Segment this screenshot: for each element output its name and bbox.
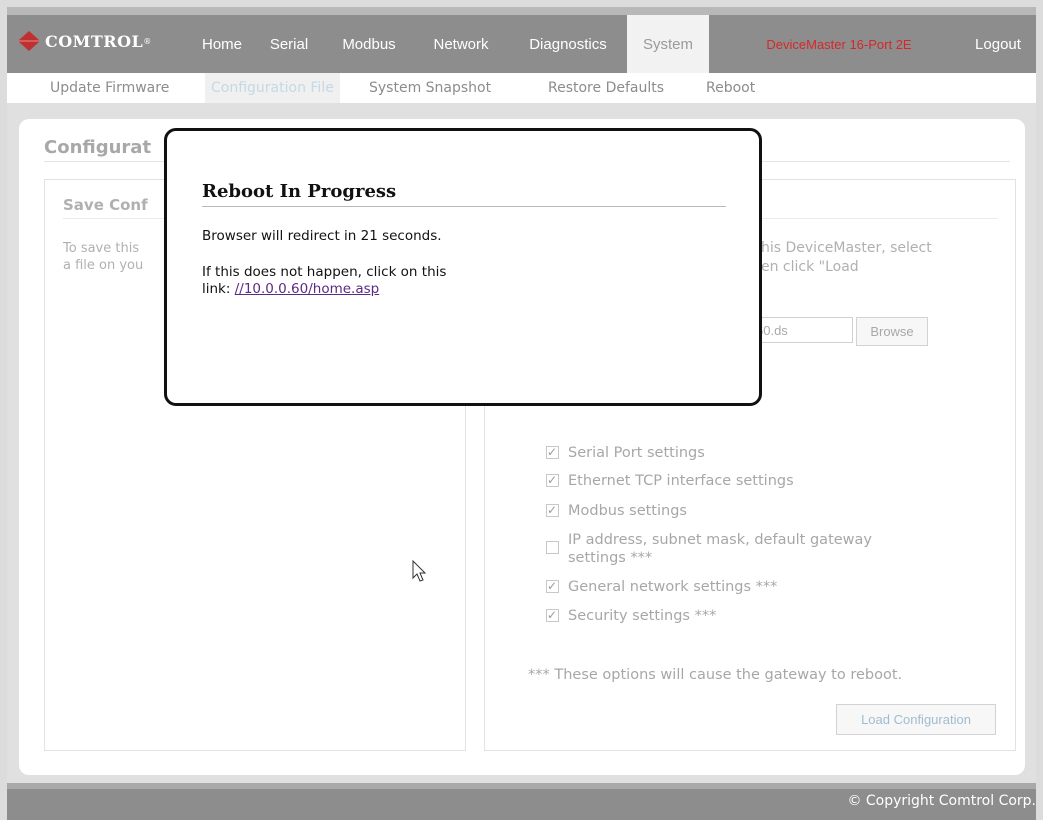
sub-navigation-bar: Update Firmware Configuration File Syste… <box>7 73 1036 103</box>
checkmark-icon: ✓ <box>547 503 558 517</box>
logo-registered-mark: ® <box>143 36 152 46</box>
checkbox-modbus-settings[interactable]: ✓ <box>546 503 559 517</box>
save-panel-text-line1: To save this <box>63 241 140 256</box>
checkmark-icon: ✓ <box>547 608 558 622</box>
checkbox-general-network-settings[interactable]: ✓ <box>546 579 559 593</box>
subnav-configuration-file[interactable]: Configuration File <box>205 73 340 103</box>
option-label-line2: settings *** <box>568 550 653 566</box>
option-ip-address-settings[interactable]: IP address, subnet mask, default gateway… <box>546 531 872 567</box>
checkmark-icon: ✓ <box>547 445 558 459</box>
option-general-network-settings[interactable]: ✓ General network settings *** <box>546 578 777 596</box>
option-label: Modbus settings <box>568 503 687 519</box>
checkbox-serial-port-settings[interactable]: ✓ <box>546 445 559 459</box>
dialog-title: Reboot In Progress <box>202 181 397 202</box>
option-serial-port-settings[interactable]: ✓ Serial Port settings <box>546 444 705 462</box>
subnav-update-firmware[interactable]: Update Firmware <box>44 73 175 103</box>
subnav-system-snapshot[interactable]: System Snapshot <box>363 73 497 103</box>
nav-network[interactable]: Network <box>419 15 503 73</box>
footer-accent <box>7 783 1036 789</box>
nav-home[interactable]: Home <box>190 15 254 73</box>
logo-text: COMTROL <box>45 31 144 51</box>
option-label: Security settings *** <box>568 608 717 624</box>
option-label: Serial Port settings <box>568 445 705 461</box>
load-panel-text-line2: en click "Load <box>761 259 859 275</box>
option-security-settings[interactable]: ✓ Security settings *** <box>546 607 716 625</box>
page-title: Configurat <box>44 137 152 158</box>
nav-serial[interactable]: Serial <box>258 15 320 73</box>
comtrol-logo-icon <box>19 31 39 51</box>
device-name-label: DeviceMaster 16-Port 2E <box>766 36 912 52</box>
nav-logout[interactable]: Logout <box>960 15 1036 73</box>
fallback-link-prefix: link: <box>202 281 235 297</box>
checkbox-security-settings[interactable]: ✓ <box>546 608 559 622</box>
nav-system[interactable]: System <box>627 15 709 73</box>
dialog-title-divider <box>202 206 726 207</box>
browse-button[interactable]: Browse <box>856 317 928 346</box>
reboot-in-progress-dialog: Reboot In Progress Browser will redirect… <box>164 128 762 406</box>
save-panel-text-line2: a file on you <box>63 258 144 273</box>
save-panel-title: Save Conf <box>63 196 148 214</box>
nav-modbus[interactable]: Modbus <box>333 15 405 73</box>
load-configuration-button[interactable]: Load Configuration <box>836 704 996 735</box>
nav-diagnostics[interactable]: Diagnostics <box>512 15 624 73</box>
fallback-instruction-text: If this does not happen, click on this <box>202 264 447 280</box>
home-redirect-link[interactable]: //10.0.0.60/home.asp <box>235 281 380 297</box>
fallback-link-line: link: //10.0.0.60/home.asp <box>202 281 379 298</box>
option-modbus-settings[interactable]: ✓ Modbus settings <box>546 502 687 520</box>
top-navigation-bar: COMTROL ® Home Serial Modbus Network Diag… <box>7 7 1036 73</box>
top-bar-accent <box>7 7 1036 15</box>
checkmark-icon: ✓ <box>547 579 558 593</box>
mouse-pointer-icon <box>412 560 427 582</box>
config-file-path-field[interactable]: 60.ds <box>751 317 853 343</box>
option-label-line1: IP address, subnet mask, default gateway <box>568 532 872 548</box>
copyright-text: © Copyright Comtrol Corp. <box>847 793 1036 809</box>
option-label: General network settings *** <box>568 579 778 595</box>
checkbox-ethernet-tcp-settings[interactable]: ✓ <box>546 473 559 487</box>
checkbox-ip-address-settings[interactable] <box>546 541 559 554</box>
comtrol-logo[interactable]: COMTROL ® <box>19 27 151 55</box>
redirect-countdown-text: Browser will redirect in 21 seconds. <box>202 228 442 244</box>
option-ethernet-tcp-settings[interactable]: ✓ Ethernet TCP interface settings <box>546 472 794 490</box>
subnav-restore-defaults[interactable]: Restore Defaults <box>542 73 670 103</box>
option-label: Ethernet TCP interface settings <box>568 473 794 489</box>
option-label: IP address, subnet mask, default gateway… <box>568 531 872 567</box>
checkmark-icon: ✓ <box>547 473 558 487</box>
footer: © Copyright Comtrol Corp. <box>7 783 1036 820</box>
load-panel-text-line1: his DeviceMaster, select <box>761 240 932 256</box>
subnav-reboot[interactable]: Reboot <box>700 73 761 103</box>
reboot-warning-note: *** These options will cause the gateway… <box>528 667 903 683</box>
